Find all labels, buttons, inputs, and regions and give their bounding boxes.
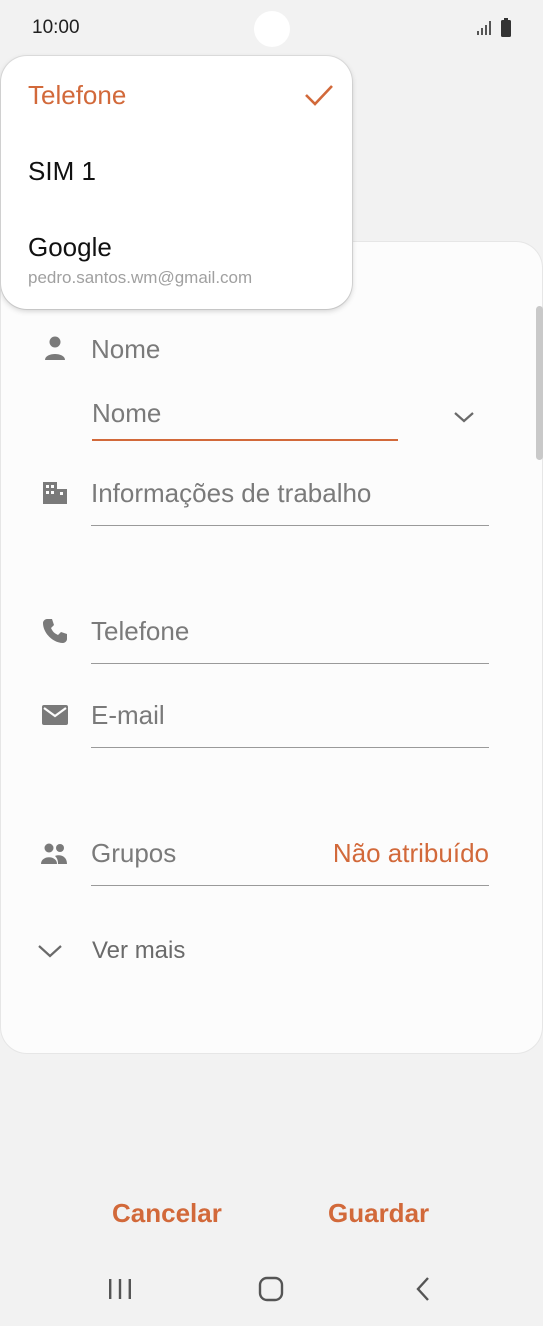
name-field-placeholder: Nome bbox=[92, 398, 162, 428]
name-field-underline bbox=[92, 439, 398, 441]
front-camera bbox=[254, 11, 290, 47]
home-icon[interactable] bbox=[258, 1276, 284, 1302]
phone-icon bbox=[43, 619, 67, 643]
phone-field[interactable]: Telefone bbox=[91, 616, 489, 664]
navigation-bar bbox=[0, 1254, 543, 1326]
status-bar: 10:00 bbox=[0, 0, 543, 56]
phone-label: Telefone bbox=[91, 616, 190, 646]
back-icon[interactable] bbox=[413, 1276, 433, 1302]
dropdown-item-google[interactable]: Google pedro.santos.wm@gmail.com bbox=[1, 208, 352, 308]
recent-apps-icon[interactable] bbox=[107, 1277, 133, 1301]
work-info-underline bbox=[91, 525, 489, 526]
envelope-icon bbox=[42, 705, 68, 725]
dropdown-item-account: pedro.santos.wm@gmail.com bbox=[28, 268, 253, 287]
dropdown-item-label: SIM 1 bbox=[28, 156, 96, 186]
email-field[interactable]: E-mail bbox=[91, 700, 489, 748]
groups-field[interactable]: Grupos Não atribuído bbox=[91, 838, 489, 886]
name-field[interactable]: Nome bbox=[92, 398, 398, 442]
building-icon bbox=[43, 482, 67, 504]
work-info-label: Informações de trabalho bbox=[91, 478, 372, 508]
phone-underline bbox=[91, 663, 489, 664]
signal-icon bbox=[477, 21, 491, 35]
cancel-button[interactable]: Cancelar bbox=[112, 1198, 222, 1229]
dropdown-item-telefone[interactable]: Telefone bbox=[1, 56, 352, 134]
see-more-label: Ver mais bbox=[92, 937, 186, 964]
see-more-button[interactable]: Ver mais bbox=[36, 934, 236, 970]
dropdown-item-label: Telefone bbox=[28, 80, 127, 110]
groups-label: Grupos bbox=[91, 838, 177, 868]
status-time: 10:00 bbox=[32, 17, 80, 38]
groups-value: Não atribuído bbox=[332, 838, 489, 868]
email-underline bbox=[91, 747, 489, 748]
battery-icon bbox=[501, 18, 511, 37]
dropdown-item-label: Google bbox=[28, 232, 112, 262]
scrollbar[interactable] bbox=[536, 306, 543, 460]
name-section-label: Nome bbox=[91, 334, 161, 364]
save-button[interactable]: Guardar bbox=[328, 1198, 429, 1229]
people-icon bbox=[41, 843, 67, 864]
work-info-field[interactable]: Informações de trabalho bbox=[91, 478, 489, 526]
groups-underline bbox=[91, 885, 489, 886]
chevron-down-icon bbox=[38, 945, 62, 958]
chevron-down-icon[interactable] bbox=[452, 406, 476, 428]
dropdown-item-sim1[interactable]: SIM 1 bbox=[1, 134, 352, 208]
storage-dropdown-menu: Telefone SIM 1 Google pedro.santos.wm@gm… bbox=[1, 56, 352, 309]
check-icon bbox=[305, 85, 333, 106]
email-label: E-mail bbox=[91, 700, 165, 730]
person-icon bbox=[45, 336, 65, 360]
